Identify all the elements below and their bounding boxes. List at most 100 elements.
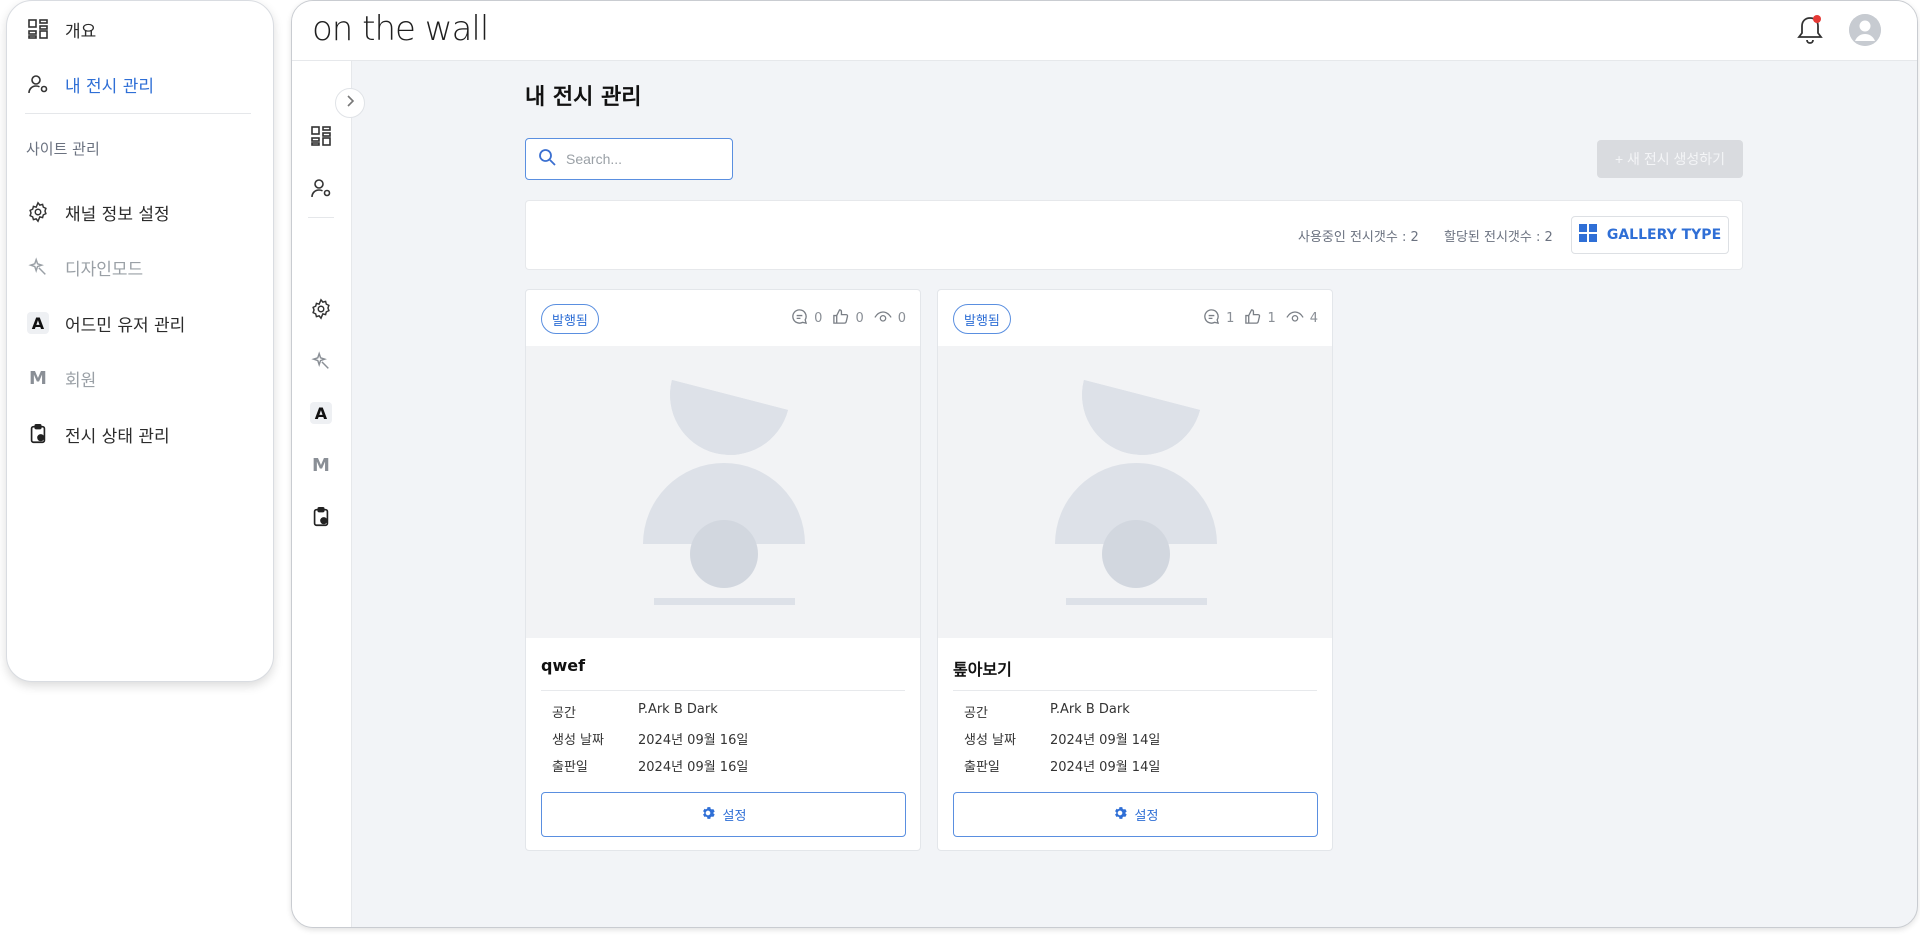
info-label: 생성 날짜 bbox=[552, 733, 604, 748]
status-badge: 발행됨 bbox=[541, 304, 599, 334]
settings-label: 설정 bbox=[1134, 809, 1159, 824]
info-value: 2024년 09월 14일 bbox=[1050, 760, 1161, 775]
exhibition-thumbnail[interactable] bbox=[526, 346, 920, 638]
eye-icon bbox=[874, 308, 892, 329]
view-metric: 0 bbox=[874, 308, 906, 329]
comment-count: 0 bbox=[814, 311, 823, 326]
user-location-icon bbox=[25, 71, 51, 97]
comment-metric: 0 bbox=[791, 308, 822, 329]
menu-item-my-exhibitions[interactable]: 내 전시 관리 bbox=[25, 68, 154, 100]
settings-button[interactable]: 설정 bbox=[953, 792, 1318, 837]
info-value: 2024년 09월 16일 bbox=[638, 760, 749, 775]
settings-button[interactable]: 설정 bbox=[541, 792, 906, 837]
letter-a-icon: A bbox=[25, 310, 51, 336]
card-divider bbox=[953, 690, 1317, 691]
info-label: 공간 bbox=[964, 706, 988, 721]
cog-icon bbox=[1113, 806, 1127, 824]
top-bar: on the wall bbox=[292, 1, 1917, 61]
info-row-published: 출판일 2024년 09월 14일 bbox=[964, 756, 1160, 775]
rail-user-location-icon[interactable] bbox=[308, 175, 334, 201]
rail-letter-a-icon[interactable]: A bbox=[308, 400, 334, 426]
collapsed-sidebar: A M bbox=[292, 61, 352, 927]
search-input[interactable] bbox=[566, 151, 716, 167]
menu-divider bbox=[25, 113, 251, 114]
info-value: 2024년 09월 14일 bbox=[1050, 733, 1161, 748]
menu-item-label: 채널 정보 설정 bbox=[65, 204, 170, 225]
menu-section-label: 사이트 관리 bbox=[26, 140, 100, 158]
gear-icon bbox=[25, 199, 51, 225]
comment-icon bbox=[1203, 308, 1220, 329]
like-metric: 1 bbox=[1244, 308, 1276, 329]
create-exhibition-button[interactable]: + 새 전시 생성하기 bbox=[1597, 140, 1743, 178]
menu-item-admin-users[interactable]: A 어드민 유저 관리 bbox=[25, 307, 185, 339]
in-use-count: 사용중인 전시갯수 : 2 bbox=[1298, 230, 1419, 245]
sidebar-expand-toggle[interactable] bbox=[335, 88, 365, 118]
settings-label: 설정 bbox=[722, 809, 747, 824]
menu-item-members[interactable]: M 회원 bbox=[25, 362, 96, 394]
exhibition-card[interactable]: 발행됨 0 0 0 qwef 공간 P.Ark B Dark 생성 날짜 202… bbox=[525, 289, 921, 851]
rail-clipboard-icon[interactable] bbox=[308, 504, 334, 530]
thumbs-up-icon bbox=[1244, 308, 1261, 329]
menu-item-overview[interactable]: 개요 bbox=[25, 13, 96, 45]
grid-view-icon bbox=[1578, 224, 1597, 246]
comment-icon bbox=[791, 308, 808, 329]
info-label: 생성 날짜 bbox=[964, 733, 1016, 748]
exhibition-title: qwef bbox=[541, 656, 586, 675]
allocated-count: 할당된 전시갯수 : 2 bbox=[1444, 230, 1553, 245]
stats-bar: 사용중인 전시갯수 : 2 할당된 전시갯수 : 2 GALLERY TYPE bbox=[525, 200, 1743, 270]
menu-item-exhibition-status[interactable]: 전시 상태 관리 bbox=[25, 418, 170, 450]
page-title: 내 전시 관리 bbox=[525, 85, 642, 110]
info-value: P.Ark B Dark bbox=[638, 702, 718, 717]
view-count: 0 bbox=[897, 311, 906, 326]
rail-divider bbox=[308, 217, 334, 218]
thumbs-up-icon bbox=[832, 308, 849, 329]
exhibition-card[interactable]: 발행됨 1 1 4 톺아보기 공간 P.Ark B Dark 생성 날짜 202… bbox=[937, 289, 1333, 851]
view-count: 4 bbox=[1309, 311, 1318, 326]
info-row-space: 공간 P.Ark B Dark bbox=[964, 702, 1130, 721]
placeholder-illustration bbox=[1055, 380, 1217, 605]
logo[interactable]: on the wall bbox=[312, 9, 489, 49]
exhibition-title: 톺아보기 bbox=[953, 660, 1012, 679]
rail-gear-icon[interactable] bbox=[308, 296, 334, 322]
info-row-created: 생성 날짜 2024년 09월 16일 bbox=[552, 729, 748, 748]
menu-item-channel-settings[interactable]: 채널 정보 설정 bbox=[25, 196, 170, 228]
menu-item-label: 내 전시 관리 bbox=[65, 76, 155, 97]
rail-sparkle-icon[interactable] bbox=[308, 348, 334, 374]
menu-item-label: 개요 bbox=[65, 21, 97, 42]
info-label: 출판일 bbox=[552, 760, 588, 775]
like-count: 0 bbox=[855, 311, 864, 326]
letter-m-icon: M bbox=[29, 367, 47, 389]
info-label: 공간 bbox=[552, 706, 576, 721]
rail-letter-m-icon[interactable]: M bbox=[308, 452, 334, 478]
grid-icon bbox=[25, 16, 51, 42]
sparkle-icon bbox=[25, 254, 51, 280]
clipboard-icon bbox=[25, 421, 51, 447]
rail-grid-icon[interactable] bbox=[308, 123, 334, 149]
info-row-space: 공간 P.Ark B Dark bbox=[552, 702, 718, 721]
view-metric: 4 bbox=[1286, 308, 1318, 329]
menu-item-design-mode[interactable]: 디자인모드 bbox=[25, 251, 143, 283]
menu-item-label: 회원 bbox=[65, 370, 97, 391]
expanded-nav-menu: 개요 내 전시 관리 사이트 관리 채널 정보 설정 디자인모드 A 어드민 유… bbox=[6, 0, 274, 682]
comment-count: 1 bbox=[1226, 311, 1235, 326]
card-header: 발행됨 1 1 4 bbox=[938, 290, 1332, 346]
eye-icon bbox=[1286, 308, 1304, 329]
card-divider bbox=[541, 690, 905, 691]
like-count: 1 bbox=[1267, 311, 1276, 326]
search-box[interactable] bbox=[525, 138, 733, 180]
info-label: 출판일 bbox=[964, 760, 1000, 775]
gallery-type-button[interactable]: GALLERY TYPE bbox=[1571, 216, 1729, 254]
info-row-published: 출판일 2024년 09월 16일 bbox=[552, 756, 748, 775]
info-row-created: 생성 날짜 2024년 09월 14일 bbox=[964, 729, 1160, 748]
status-badge: 발행됨 bbox=[953, 304, 1011, 334]
card-metrics: 0 0 0 bbox=[787, 308, 906, 329]
exhibition-thumbnail[interactable] bbox=[938, 346, 1332, 638]
search-icon bbox=[538, 148, 556, 170]
app-window: on the wall A M 내 전시 관리 Search... + 새 전시… bbox=[291, 0, 1918, 928]
card-metrics: 1 1 4 bbox=[1199, 308, 1318, 329]
comment-metric: 1 bbox=[1203, 308, 1234, 329]
cog-icon bbox=[701, 806, 715, 824]
menu-item-label: 어드민 유저 관리 bbox=[65, 315, 186, 336]
user-avatar[interactable] bbox=[1849, 14, 1881, 46]
card-header: 발행됨 0 0 0 bbox=[526, 290, 920, 346]
